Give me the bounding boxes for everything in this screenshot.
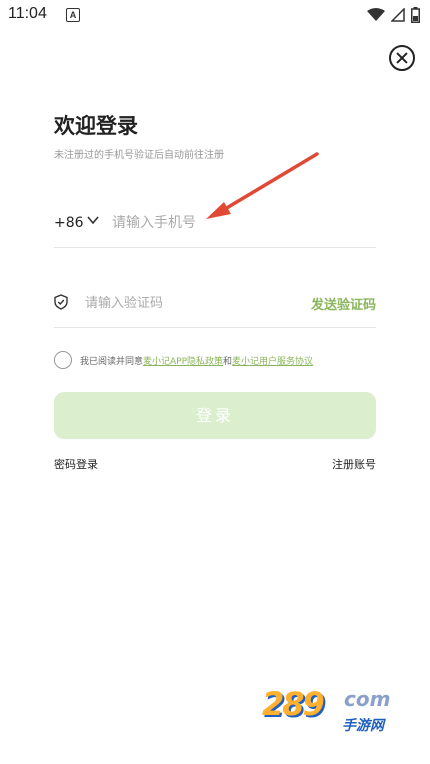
verification-code-input[interactable] [85,292,265,314]
privacy-policy-link[interactable]: 麦小记APP隐私政策 [143,357,223,367]
password-login-link[interactable]: 密码登录 [54,456,98,472]
watermark-chinese: 手游网 [342,718,384,734]
agreement-row: 我已阅读并同意麦小记APP隐私政策和麦小记用户服务协议 [54,351,384,371]
agreement-text: 我已阅读并同意麦小记APP隐私政策和麦小记用户服务协议 [80,354,313,367]
page-subtitle: 未注册过的手机号验证后自动前往注册 [54,150,224,161]
user-agreement-link[interactable]: 麦小记用户服务协议 [232,357,313,367]
agreement-middle: 和 [223,357,233,367]
watermark-logo: 289 com 手游网 [262,685,412,745]
login-button[interactable]: 登录 [54,392,376,439]
agreement-prefix: 我已阅读并同意 [80,357,144,367]
chevron-down-icon[interactable] [87,215,99,225]
status-bar: 11:04 A [0,0,430,32]
shield-icon [54,294,68,310]
battery-icon [411,7,420,23]
code-field-row: 发送验证码 [54,285,376,328]
signal-icon [391,8,405,22]
close-icon[interactable] [389,45,415,71]
agreement-checkbox[interactable] [54,351,72,369]
annotation-arrow-icon [206,152,319,219]
wifi-icon [367,8,385,21]
register-link[interactable]: 注册账号 [332,456,376,472]
status-time: 11:04 [8,5,47,22]
page-title: 欢迎登录 [54,114,138,138]
watermark-domain: com [344,687,391,711]
watermark-number: 289 [262,685,325,723]
notification-icon: A [66,8,80,22]
system-icons [367,6,420,24]
country-code-selector[interactable]: +86 [54,215,84,231]
send-code-button[interactable]: 发送验证码 [311,294,376,313]
